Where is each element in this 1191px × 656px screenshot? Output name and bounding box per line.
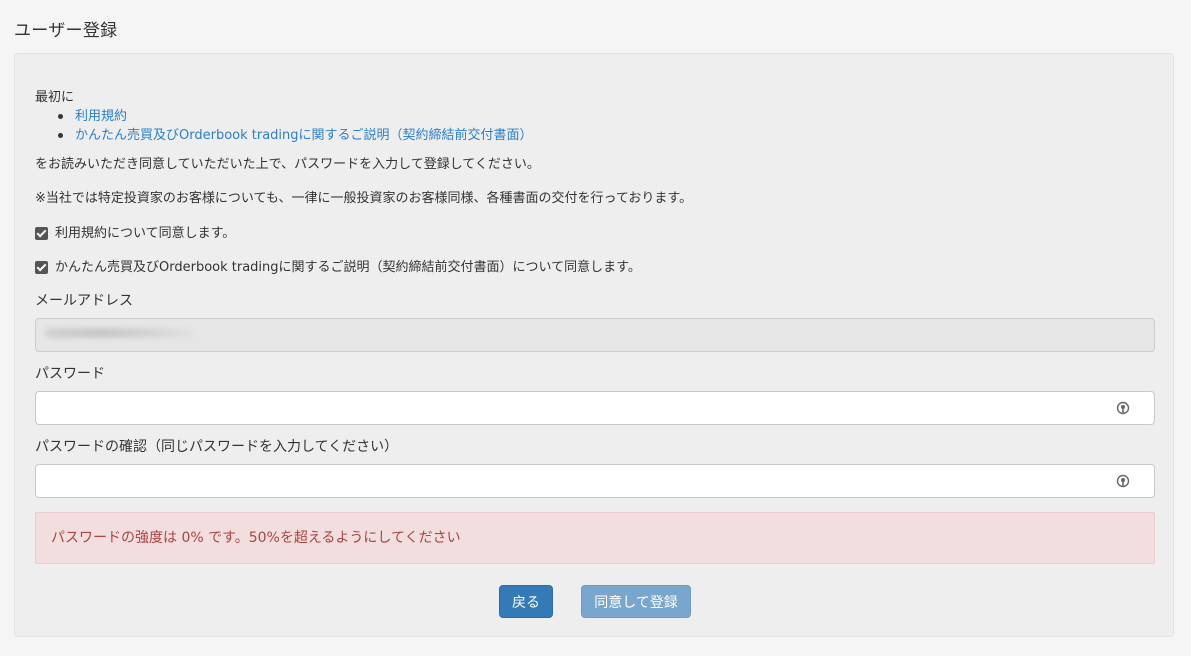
- agree-terms-row[interactable]: 利用規約について同意します。: [35, 224, 235, 243]
- document-list: 利用規約 かんたん売買及びOrderbook tradingに関するご説明（契約…: [55, 107, 533, 145]
- password-label: パスワード: [35, 366, 105, 382]
- email-label: メールアドレス: [35, 293, 133, 309]
- eye-reveal-icon[interactable]: [1116, 401, 1130, 415]
- agree-terms-label: 利用規約について同意します。: [55, 226, 236, 241]
- agree-and-register-button[interactable]: 同意して登録: [581, 585, 691, 618]
- intro-lead: 最初に: [35, 90, 75, 105]
- agree-document-checkbox[interactable]: [35, 261, 48, 274]
- redacted-email-value: [45, 328, 195, 338]
- instruction-text: をお読みいただき同意していただいた上で、パスワードを入力して登録してください。: [35, 157, 540, 172]
- eye-reveal-icon[interactable]: [1116, 474, 1130, 488]
- notice-text: ※当社では特定投資家のお客様についても、一律に一般投資家のお客様同様、各種書面の…: [35, 191, 693, 206]
- password-strength-alert: パスワードの強度は 0% です。50%を超えるようにしてください: [35, 512, 1155, 564]
- registration-panel: 最初に 利用規約 かんたん売買及びOrderbook tradingに関するご説…: [14, 53, 1174, 637]
- document-list-item: 利用規約: [55, 107, 533, 126]
- email-field[interactable]: [35, 318, 1155, 352]
- back-button[interactable]: 戻る: [499, 585, 553, 618]
- pre-contract-document-link[interactable]: かんたん売買及びOrderbook tradingに関するご説明（契約締結前交付…: [75, 128, 533, 143]
- document-list-item: かんたん売買及びOrderbook tradingに関するご説明（契約締結前交付…: [55, 126, 533, 145]
- password-field[interactable]: [35, 391, 1155, 425]
- page-title: ユーザー登録: [14, 21, 118, 41]
- agree-document-row[interactable]: かんたん売買及びOrderbook tradingに関するご説明（契約締結前交付…: [35, 258, 641, 277]
- agree-terms-checkbox[interactable]: [35, 227, 48, 240]
- password-confirm-label: パスワードの確認（同じパスワードを入力してください）: [35, 439, 399, 455]
- terms-of-use-link[interactable]: 利用規約: [75, 109, 127, 124]
- password-confirm-field[interactable]: [35, 464, 1155, 498]
- agree-document-label: かんたん売買及びOrderbook tradingに関するご説明（契約締結前交付…: [55, 260, 641, 275]
